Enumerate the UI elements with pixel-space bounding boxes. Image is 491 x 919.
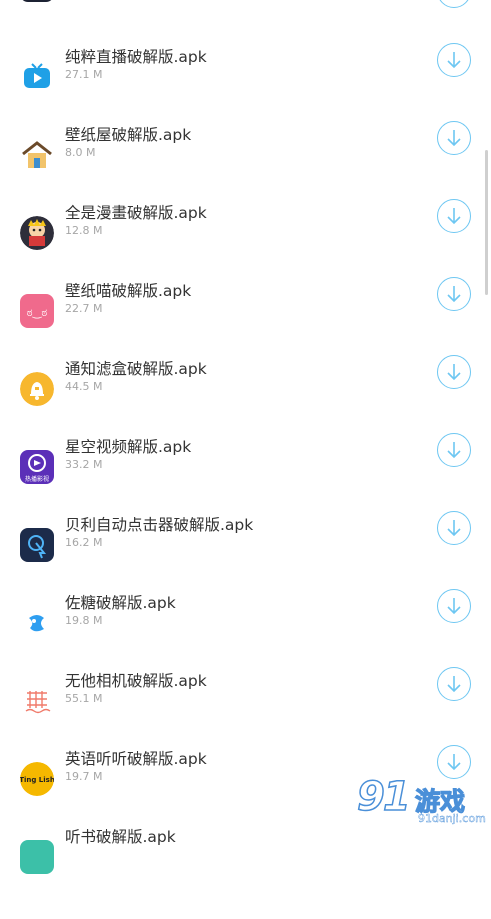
download-button[interactable] [437, 199, 471, 233]
download-arrow-icon [447, 286, 461, 303]
tv-icon [20, 60, 54, 94]
app-size: 27.1 M [65, 68, 103, 81]
app-name: 全是漫畫破解版.apk [65, 204, 207, 222]
download-arrow-icon [447, 130, 461, 147]
download-arrow-icon [447, 442, 461, 459]
scrollbar[interactable] [485, 150, 488, 295]
app-name: 纯粹直播破解版.apk [65, 48, 207, 66]
starry-video-icon: 热播影视 [20, 450, 54, 484]
partial-icon [20, 840, 54, 874]
download-button[interactable] [437, 511, 471, 545]
download-button[interactable] [437, 433, 471, 467]
zuotang-icon [20, 606, 54, 640]
cat-face-label: ಠ‿ಠ [27, 306, 48, 319]
app-name: 星空视频解版.apk [65, 438, 192, 456]
download-arrow-icon [447, 754, 461, 771]
app-size: 33.2 M [65, 458, 103, 471]
download-arrow-icon [447, 676, 461, 693]
house-icon [20, 138, 54, 172]
camera-grid-icon [20, 684, 54, 718]
cat-face-icon: ಠ‿ಠ [20, 294, 54, 328]
app-name: 贝利自动点击器破解版.apk [65, 516, 254, 534]
download-button[interactable] [437, 277, 471, 311]
app-name: 佐糖破解版.apk [65, 594, 176, 612]
manga-reader-icon [20, 216, 54, 250]
download-button[interactable] [437, 745, 471, 779]
list-item[interactable]: 听书破解版.apk [0, 828, 491, 919]
app-download-list: 纯粹直播破解版.apk 27.1 M 壁纸屋破解版.apk 8.0 M 全是漫畫… [0, 0, 491, 874]
download-arrow-icon [447, 208, 461, 225]
download-arrow-icon [447, 598, 461, 615]
partial-top-download-button[interactable] [437, 0, 471, 8]
app-size: 16.2 M [65, 536, 103, 549]
watermark-url: 91danji.com [418, 812, 486, 825]
download-button[interactable] [437, 43, 471, 77]
touch-click-icon [20, 528, 54, 562]
app-size: 12.8 M [65, 224, 103, 237]
download-arrow-icon [447, 364, 461, 381]
site-watermark-logo: 91 游戏 91danji.com [355, 773, 491, 829]
download-button[interactable] [437, 667, 471, 701]
app-name: 壁纸屋破解版.apk [65, 126, 192, 144]
download-arrow-icon [447, 52, 461, 69]
app-name: 英语听听破解版.apk [65, 750, 207, 768]
app-size: 44.5 M [65, 380, 103, 393]
app-name: 无他相机破解版.apk [65, 672, 207, 690]
app-name: 壁纸喵破解版.apk [65, 282, 192, 300]
watermark-number: 91 [356, 773, 411, 821]
download-button[interactable] [437, 121, 471, 155]
app-name: 通知滤盒破解版.apk [65, 360, 207, 378]
download-button[interactable] [437, 589, 471, 623]
app-size: 8.0 M [65, 146, 96, 159]
app-size: 22.7 M [65, 302, 103, 315]
download-arrow-icon [447, 520, 461, 537]
partial-top-item [20, 0, 54, 2]
starry-label: 热播影视 [25, 475, 49, 483]
download-button[interactable] [437, 355, 471, 389]
app-size: 19.7 M [65, 770, 103, 783]
bell-icon [20, 372, 54, 406]
tingting-label: Ting Lish [20, 776, 54, 784]
app-name: 听书破解版.apk [65, 828, 176, 846]
app-size: 19.8 M [65, 614, 103, 627]
app-size: 55.1 M [65, 692, 103, 705]
tingting-icon: Ting Lish [20, 762, 54, 796]
